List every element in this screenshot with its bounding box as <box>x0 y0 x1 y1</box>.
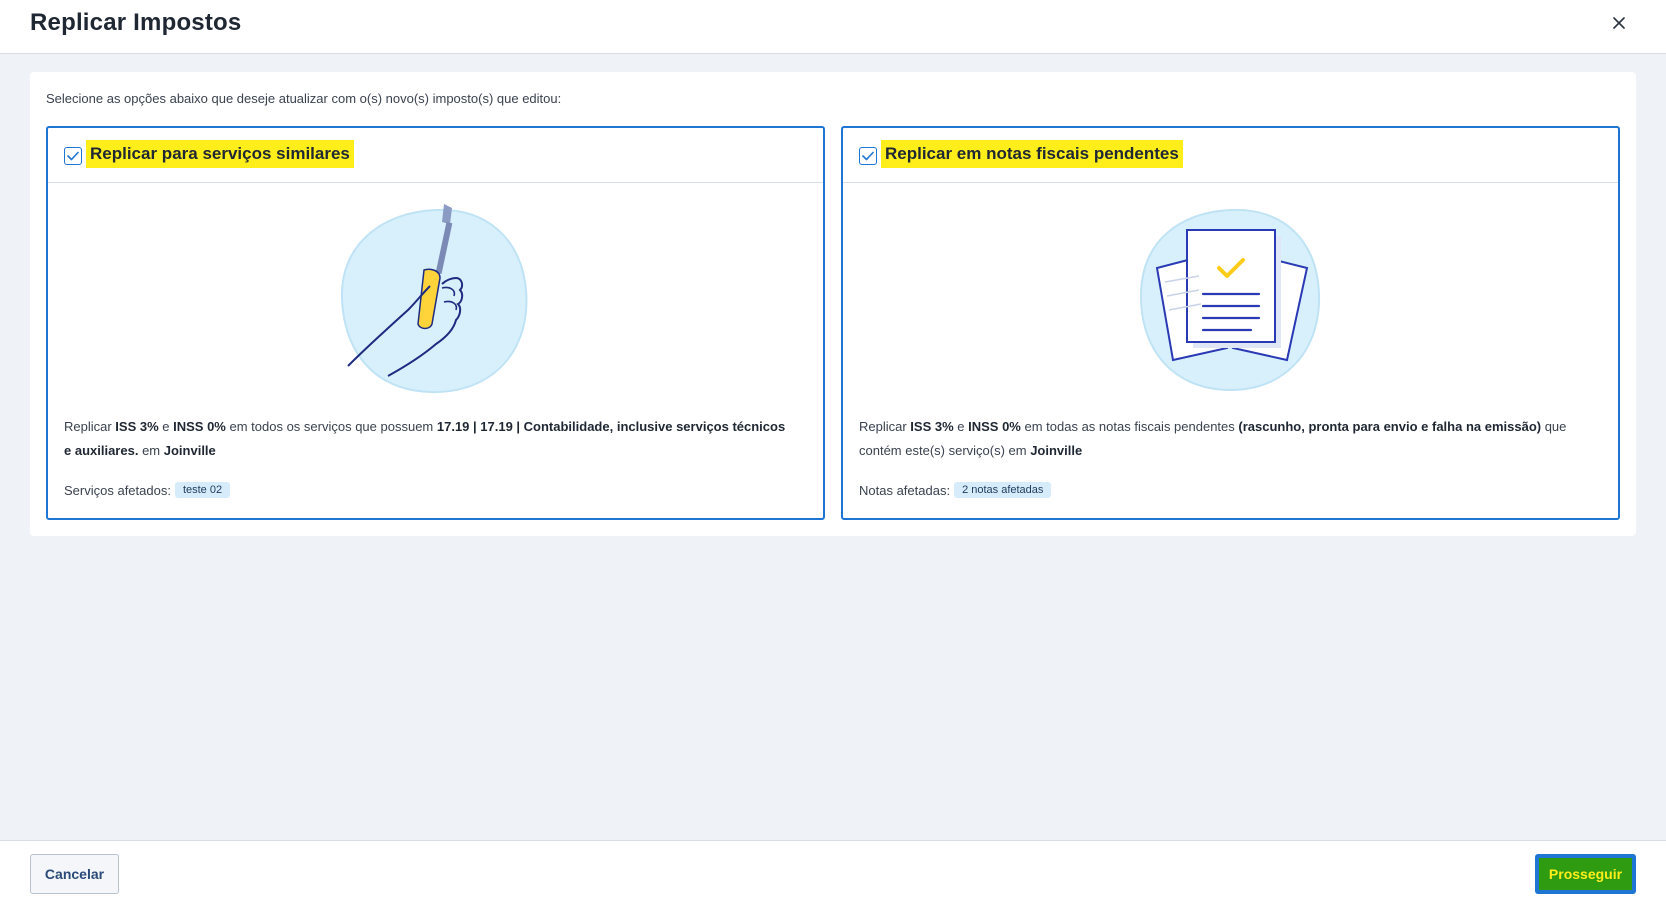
iss-value: ISS 3% <box>910 419 954 434</box>
desc-text: em todos os serviços que possuem <box>225 419 437 434</box>
checkbox-similar-services[interactable] <box>64 147 82 165</box>
check-icon <box>67 151 79 161</box>
iss-value: ISS 3% <box>115 419 159 434</box>
cancel-button[interactable]: Cancelar <box>30 854 119 894</box>
proceed-button[interactable]: Prosseguir <box>1535 854 1636 894</box>
inss-value: INSS 0% <box>173 419 226 434</box>
desc-text: Replicar <box>64 419 116 434</box>
invoice-status-list: (rascunho, pronta para envio e falha na … <box>1238 419 1542 434</box>
desc-text: e <box>953 419 969 434</box>
inss-value: INSS 0% <box>968 419 1021 434</box>
instruction-text: Selecione as opções abaixo que deseje at… <box>46 91 562 106</box>
affected-row: Notas afetadas: 2 notas afetadas <box>859 482 1052 498</box>
card-description: Replicar ISS 3% e INSS 0% em todos os se… <box>64 415 793 463</box>
documents-check-illustration <box>1139 208 1321 392</box>
desc-text: e <box>158 419 174 434</box>
card-title: Replicar para serviços similares <box>86 140 354 168</box>
modal-header: Replicar Impostos <box>0 0 1666 54</box>
desc-text: em <box>138 443 164 458</box>
city-name: Joinville <box>1030 443 1083 458</box>
affected-tag: 2 notas afetadas <box>954 482 1052 498</box>
proceed-button-label: Prosseguir <box>1539 858 1632 890</box>
check-icon <box>862 151 874 161</box>
card-header: Replicar para serviços similares <box>48 128 823 183</box>
affected-row: Serviços afetados: teste 02 <box>64 482 231 498</box>
option-card-similar-services[interactable]: Replicar para serviços similares Replica… <box>46 126 825 520</box>
close-button[interactable] <box>1608 12 1630 34</box>
card-header: Replicar em notas fiscais pendentes <box>843 128 1618 183</box>
city-name: Joinville <box>163 443 216 458</box>
desc-text: em todas as notas fiscais pendentes <box>1020 419 1239 434</box>
page-title: Replicar Impostos <box>30 9 242 36</box>
modal-footer: Cancelar Prosseguir <box>0 840 1666 898</box>
affected-label: Notas afetadas: <box>859 482 951 498</box>
close-icon <box>1613 17 1625 29</box>
affected-tag: teste 02 <box>174 482 231 498</box>
card-description: Replicar ISS 3% e INSS 0% em todas as no… <box>859 415 1588 463</box>
checkbox-pending-invoices[interactable] <box>859 147 877 165</box>
options-panel: Selecione as opções abaixo que deseje at… <box>30 72 1636 536</box>
hand-screwdriver-illustration <box>340 204 528 394</box>
option-card-pending-invoices[interactable]: Replicar em notas fiscais pendentes Repl… <box>841 126 1620 520</box>
card-title: Replicar em notas fiscais pendentes <box>881 140 1183 168</box>
desc-text: Replicar <box>859 419 911 434</box>
affected-label: Serviços afetados: <box>64 482 171 498</box>
